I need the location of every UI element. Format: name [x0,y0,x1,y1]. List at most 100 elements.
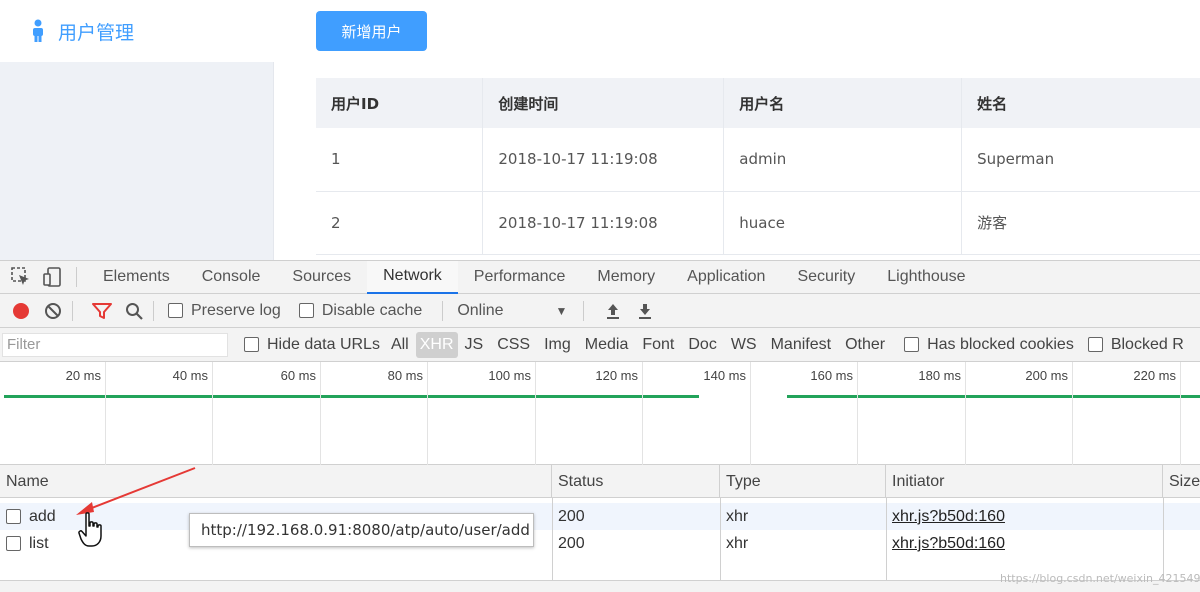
throttling-select[interactable]: Online ▼ [457,302,567,320]
filter-type-css[interactable]: CSS [490,332,537,358]
column-header-initiator[interactable]: Initiator [886,465,1163,498]
throttling-value: Online [457,301,504,319]
column-header-type[interactable]: Type [720,465,886,498]
divider [153,300,154,321]
timeline-grid-line [965,362,966,465]
import-har-icon[interactable] [602,300,624,322]
column-header-status[interactable]: Status [552,465,720,498]
table-cell: Superman [961,128,1200,192]
record-icon[interactable] [10,300,32,322]
blocked-requests-checkbox[interactable]: Blocked R [1087,336,1184,354]
preserve-log-label: Preserve log [191,301,281,319]
tab-console[interactable]: Console [186,261,277,294]
url-tooltip: http://192.168.0.91:8080/atp/auto/user/a… [189,513,534,547]
column-header-size[interactable]: Size [1163,465,1200,498]
timeline-tick-label: 200 ms [1025,368,1068,383]
initiator-link[interactable]: xhr.js?b50d:160 [892,508,1005,526]
user-table: 用户ID 创建时间 用户名 姓名 1 2018-10-17 11:19:08 a… [316,78,1200,255]
timeline-overview[interactable]: 20 ms 40 ms 60 ms 80 ms 100 ms 120 ms 140 ms 16… [0,362,1200,465]
divider [583,300,585,321]
screen: 用户管理 新增用户 用户ID 创建时间 用户名 姓名 1 2018-10-17 … [0,0,1200,592]
timeline-grid-line [642,362,643,465]
tab-lighthouse[interactable]: Lighthouse [871,261,981,294]
waterfall-bar [4,395,699,398]
filter-type-all[interactable]: All [384,332,416,358]
waterfall-bar [787,395,1200,398]
filter-type-ws[interactable]: WS [724,332,764,358]
divider [72,300,73,321]
tab-memory[interactable]: Memory [581,261,671,294]
table-cell: 游客 [961,191,1200,255]
request-name: add [29,507,56,525]
checkbox-box[interactable] [298,303,314,318]
checkbox-box[interactable] [168,303,183,318]
watermark: https://blog.csdn.net/weixin_42154930 [1000,572,1200,585]
filter-type-other[interactable]: Other [838,332,892,358]
filter-type-font[interactable]: Font [635,332,681,358]
file-icon [6,536,21,551]
devtools-panel: Elements Console Sources Network Perform… [0,260,1200,592]
checkbox-box[interactable] [904,337,920,352]
table-cell: 1 [316,128,484,192]
filter-type-img[interactable]: Img [537,332,578,358]
tab-performance[interactable]: Performance [458,261,582,294]
hide-data-urls-checkbox[interactable]: Hide data URLs [244,336,380,354]
table-row[interactable]: 1 2018-10-17 11:19:08 admin Superman [316,128,1200,192]
filter-type-doc[interactable]: Doc [681,332,723,358]
column-header[interactable]: 用户名 [723,78,963,128]
divider [442,300,444,321]
table-cell: 2 [316,191,484,255]
filter-type-media[interactable]: Media [578,332,636,358]
timeline-grid-line [105,362,106,465]
network-toolbar: Preserve log Disable cache Online ▼ [0,294,1200,328]
tab-sources[interactable]: Sources [276,261,367,294]
request-initiator: xhr.js?b50d:160 [886,503,1163,530]
timeline-tick-label: 160 ms [810,368,853,383]
tab-security[interactable]: Security [781,261,871,294]
table-cell: admin [723,128,963,192]
checkbox-box[interactable] [1087,337,1103,352]
sidebar-item-user-management[interactable]: 用户管理 [0,0,274,62]
inspect-element-icon[interactable] [10,266,32,288]
column-header[interactable]: 姓名 [961,78,1200,128]
filter-icon[interactable] [91,300,113,322]
disable-cache-checkbox[interactable]: Disable cache [298,301,423,320]
tab-network[interactable]: Network [367,260,458,294]
file-icon [6,509,21,524]
request-type: xhr [726,534,749,552]
clear-icon[interactable] [42,300,64,322]
export-har-icon[interactable] [634,300,656,322]
tab-application[interactable]: Application [671,261,781,294]
tab-elements[interactable]: Elements [87,261,186,294]
table-cell: huace [723,191,963,255]
disable-cache-label: Disable cache [321,301,423,319]
request-status: 200 [558,534,585,552]
hand-cursor-icon [78,512,102,547]
column-header[interactable]: 用户ID [316,78,484,128]
table-cell: 2018-10-17 11:19:08 [482,191,725,255]
timeline-tick-label: 220 ms [1133,368,1176,383]
request-row[interactable]: list 200 xhr xhr.js?b50d:160 [0,530,1200,557]
search-icon[interactable] [123,300,145,322]
filter-input[interactable]: Filter [2,332,228,357]
timeline-grid-line [750,362,751,465]
device-toolbar-icon[interactable] [42,266,64,288]
filter-type-manifest[interactable]: Manifest [764,332,838,358]
table-header-row: 用户ID 创建时间 用户名 姓名 [316,78,1200,128]
checkbox-box[interactable] [244,337,259,352]
timeline-tick-label: 60 ms [280,368,316,383]
dropdown-caret-icon: ▼ [555,303,568,318]
timeline-grid-line [427,362,428,465]
preserve-log-checkbox[interactable]: Preserve log [168,302,281,320]
app-page: 用户管理 新增用户 用户ID 创建时间 用户名 姓名 1 2018-10-17 … [0,0,1200,260]
filter-type-js[interactable]: JS [458,332,491,358]
filter-type-xhr[interactable]: XHR [415,331,458,358]
add-user-button[interactable]: 新增用户 [316,11,427,51]
initiator-link[interactable]: xhr.js?b50d:160 [892,535,1005,553]
sidebar-item-label: 用户管理 [58,21,135,44]
hide-data-urls-label: Hide data URLs [267,335,380,353]
devtools-tabbar: Elements Console Sources Network Perform… [0,260,1200,294]
column-header[interactable]: 创建时间 [482,78,725,128]
table-row[interactable]: 2 2018-10-17 11:19:08 huace 游客 [316,191,1200,255]
has-blocked-cookies-checkbox[interactable]: Has blocked cookies [904,336,1074,354]
